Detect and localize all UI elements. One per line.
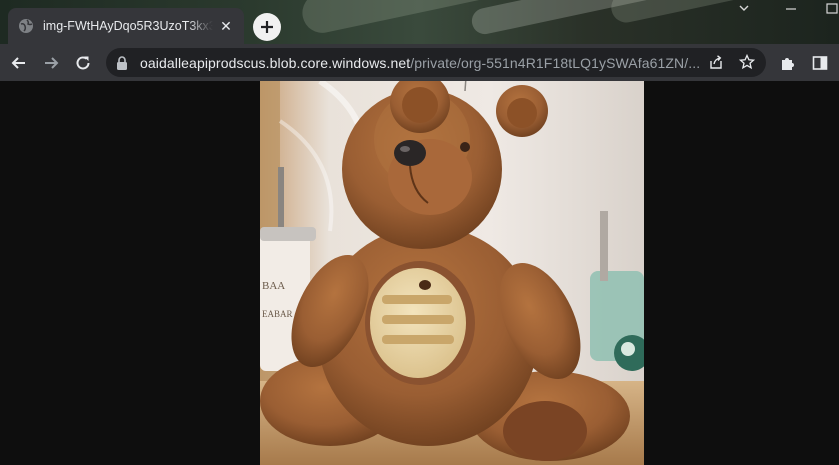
url-text[interactable]: oaidalleapiprodscus.blob.core.windows.ne… — [140, 55, 720, 71]
new-tab-button[interactable] — [253, 13, 281, 41]
back-button[interactable] — [5, 49, 33, 77]
extensions-button[interactable] — [774, 49, 802, 77]
minimize-icon[interactable] — [785, 2, 797, 17]
maximize-icon[interactable] — [826, 2, 838, 17]
reload-button[interactable] — [69, 49, 97, 77]
svg-text:BAA: BAA — [262, 280, 285, 292]
side-panel-button[interactable] — [806, 49, 834, 77]
star-icon[interactable] — [736, 51, 758, 73]
forward-button[interactable] — [37, 49, 65, 77]
browser-toolbar: oaidalleapiprodscus.blob.core.windows.ne… — [0, 44, 839, 81]
tab-search-chevron-icon[interactable] — [738, 2, 750, 17]
url-host: oaidalleapiprodscus.blob.core.windows.ne… — [140, 54, 411, 71]
tab-title: img-FWtHAyDqo5R3UzoT3kx3gb — [43, 19, 213, 33]
reload-icon — [76, 56, 90, 70]
puzzle-icon — [782, 58, 794, 70]
browser-tab[interactable]: img-FWtHAyDqo5R3UzoT3kx3gb ✕ — [8, 8, 244, 44]
photo-image[interactable]: BAA EABAR — [260, 81, 644, 465]
plus-icon — [261, 21, 273, 33]
url-path: /private/org-551n4R1F18tLQ1ySWAfa61ZN/..… — [410, 54, 701, 71]
svg-text:EABAR: EABAR — [262, 309, 293, 319]
tab-strip: img-FWtHAyDqo5R3UzoT3kx3gb ✕ — [0, 0, 839, 44]
side-panel-icon — [812, 56, 828, 70]
forward-arrow-icon — [45, 57, 59, 69]
back-arrow-icon — [11, 57, 25, 69]
lock-icon[interactable] — [116, 55, 130, 70]
share-icon[interactable] — [705, 51, 727, 73]
page-content: BAA EABAR — [0, 81, 839, 465]
globe-icon — [18, 18, 34, 34]
address-bar[interactable]: oaidalleapiprodscus.blob.core.windows.ne… — [106, 48, 766, 77]
tab-close-button[interactable]: ✕ — [218, 18, 234, 34]
